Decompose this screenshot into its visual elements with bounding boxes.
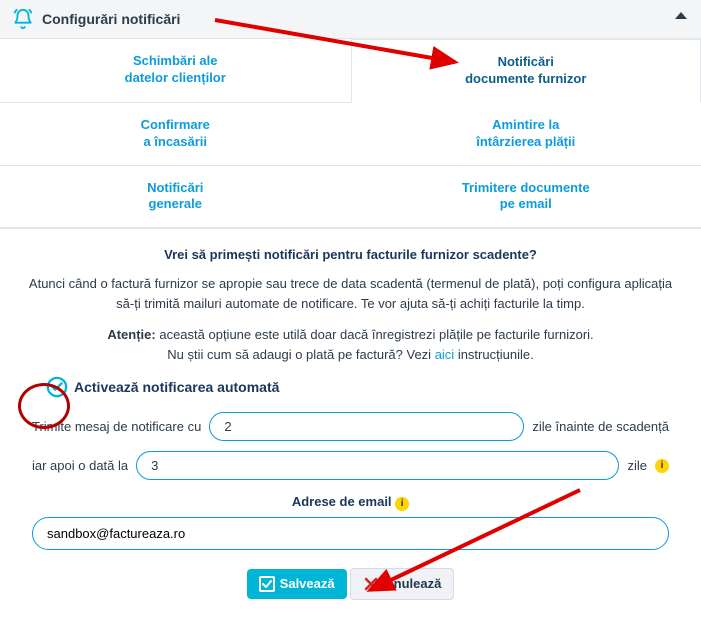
content-heading: Vrei să primești notificări pentru factu… [28,247,673,262]
content-area: Vrei să primești notificări pentru factu… [0,229,701,626]
cancel-button-label: Anulează [384,576,441,591]
tab-send-docs-email[interactable]: Trimitere documente pe email [351,166,701,229]
close-icon [363,576,379,592]
tab-client-data-changes[interactable]: Schimbări ale datelor clienților [0,39,351,103]
tab-payment-confirmation[interactable]: Confirmare a încasării [0,103,351,166]
attention-label: Atenție: [107,327,155,342]
checkbox-icon [259,576,275,592]
tab-late-payment-reminder[interactable]: Amintire la întârzierea plății [351,103,701,166]
attention-text: această opțiune este utilă doar dacă înr… [156,327,594,342]
save-button-label: Salvează [280,576,335,591]
form-area: Activează notificarea automată Trimite m… [28,376,673,600]
repeat-days-label-right: zile [627,458,647,473]
days-before-input[interactable] [209,412,524,441]
days-before-label-left: Trimite mesaj de notificare cu [32,419,201,434]
help-pre: Nu știi cum să adaugi o plată pe factură… [167,347,434,362]
info-icon[interactable]: i [655,459,669,473]
repeat-days-input[interactable] [136,451,619,480]
email-input[interactable] [32,517,669,550]
panel-header[interactable]: Configurări notificări [0,0,701,39]
check-icon [46,376,68,398]
help-post: instrucțiunile. [454,347,533,362]
days-before-label-right: zile înainte de scadență [532,419,669,434]
tabs-container: Schimbări ale datelor clienților Notific… [0,39,701,229]
activate-label: Activează notificarea automată [74,379,279,395]
content-paragraph-1: Atunci când o factură furnizor se apropi… [28,274,673,313]
panel-title: Configurări notificări [42,11,180,27]
repeat-days-row: iar apoi o dată la zile i [32,451,669,480]
save-button[interactable]: Salvează [247,569,347,599]
collapse-icon[interactable] [675,12,687,19]
repeat-days-label-left: iar apoi o dată la [32,458,128,473]
button-row: Salvează Anulează [32,568,669,600]
activate-toggle-row[interactable]: Activează notificarea automată [46,376,669,398]
content-attention: Atenție: această opțiune este utilă doar… [28,325,673,364]
email-heading: Adrese de email i [32,494,669,511]
days-before-row: Trimite mesaj de notificare cu zile înai… [32,412,669,441]
tab-supplier-doc-notifications[interactable]: Notificări documente furnizor [351,39,701,103]
info-icon[interactable]: i [395,497,409,511]
bell-icon [12,8,34,30]
cancel-button[interactable]: Anulează [350,568,454,600]
tab-general-notifications[interactable]: Notificări generale [0,166,351,229]
help-link[interactable]: aici [435,347,455,362]
